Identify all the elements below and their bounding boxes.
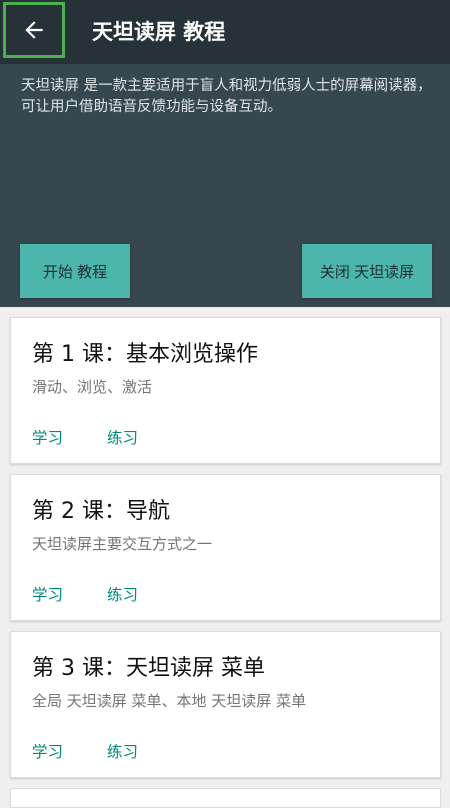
lesson-2-practice-link[interactable]: 练习	[107, 583, 138, 605]
back-button[interactable]	[3, 2, 65, 58]
lesson-subtitle: 滑动、浏览、激活	[32, 378, 153, 396]
app-bar: 天坦读屏 教程	[0, 0, 450, 64]
tutorial-header-panel: 天坦读屏 是一款主要适用于盲人和视力低弱人士的屏幕阅读器，可让用户借助语音反馈功…	[0, 64, 450, 307]
arrow-left-icon	[25, 21, 43, 39]
lesson-2-learn-link[interactable]: 学习	[32, 583, 63, 605]
app-description: 天坦读屏 是一款主要适用于盲人和视力低弱人士的屏幕阅读器，可让用户借助语音反馈功…	[21, 78, 432, 115]
lesson-card-partial	[10, 788, 441, 808]
lesson-title: 第 1 课：基本浏览操作	[32, 342, 258, 367]
lesson-1-practice-link[interactable]: 练习	[107, 426, 138, 448]
lesson-card-2: 第 2 课：导航 天坦读屏主要交互方式之一 学习 练习	[10, 474, 441, 621]
lesson-title: 第 2 课：导航	[32, 499, 170, 524]
lesson-3-practice-link[interactable]: 练习	[107, 740, 138, 762]
lesson-subtitle: 全局 天坦读屏 菜单、本地 天坦读屏 菜单	[32, 692, 307, 710]
lesson-subtitle: 天坦读屏主要交互方式之一	[32, 535, 213, 553]
start-tutorial-button[interactable]: 开始 教程	[20, 244, 130, 298]
lesson-3-learn-link[interactable]: 学习	[32, 740, 63, 762]
lesson-1-learn-link[interactable]: 学习	[32, 426, 63, 448]
lesson-title: 第 3 课：天坦读屏 菜单	[32, 656, 265, 681]
page-title: 天坦读屏 教程	[92, 20, 226, 44]
lesson-card-3: 第 3 课：天坦读屏 菜单 全局 天坦读屏 菜单、本地 天坦读屏 菜单 学习 练…	[10, 631, 441, 778]
close-screen-reader-button[interactable]: 关闭 天坦读屏	[302, 244, 432, 298]
lesson-card-1: 第 1 课：基本浏览操作 滑动、浏览、激活 学习 练习	[10, 317, 441, 464]
